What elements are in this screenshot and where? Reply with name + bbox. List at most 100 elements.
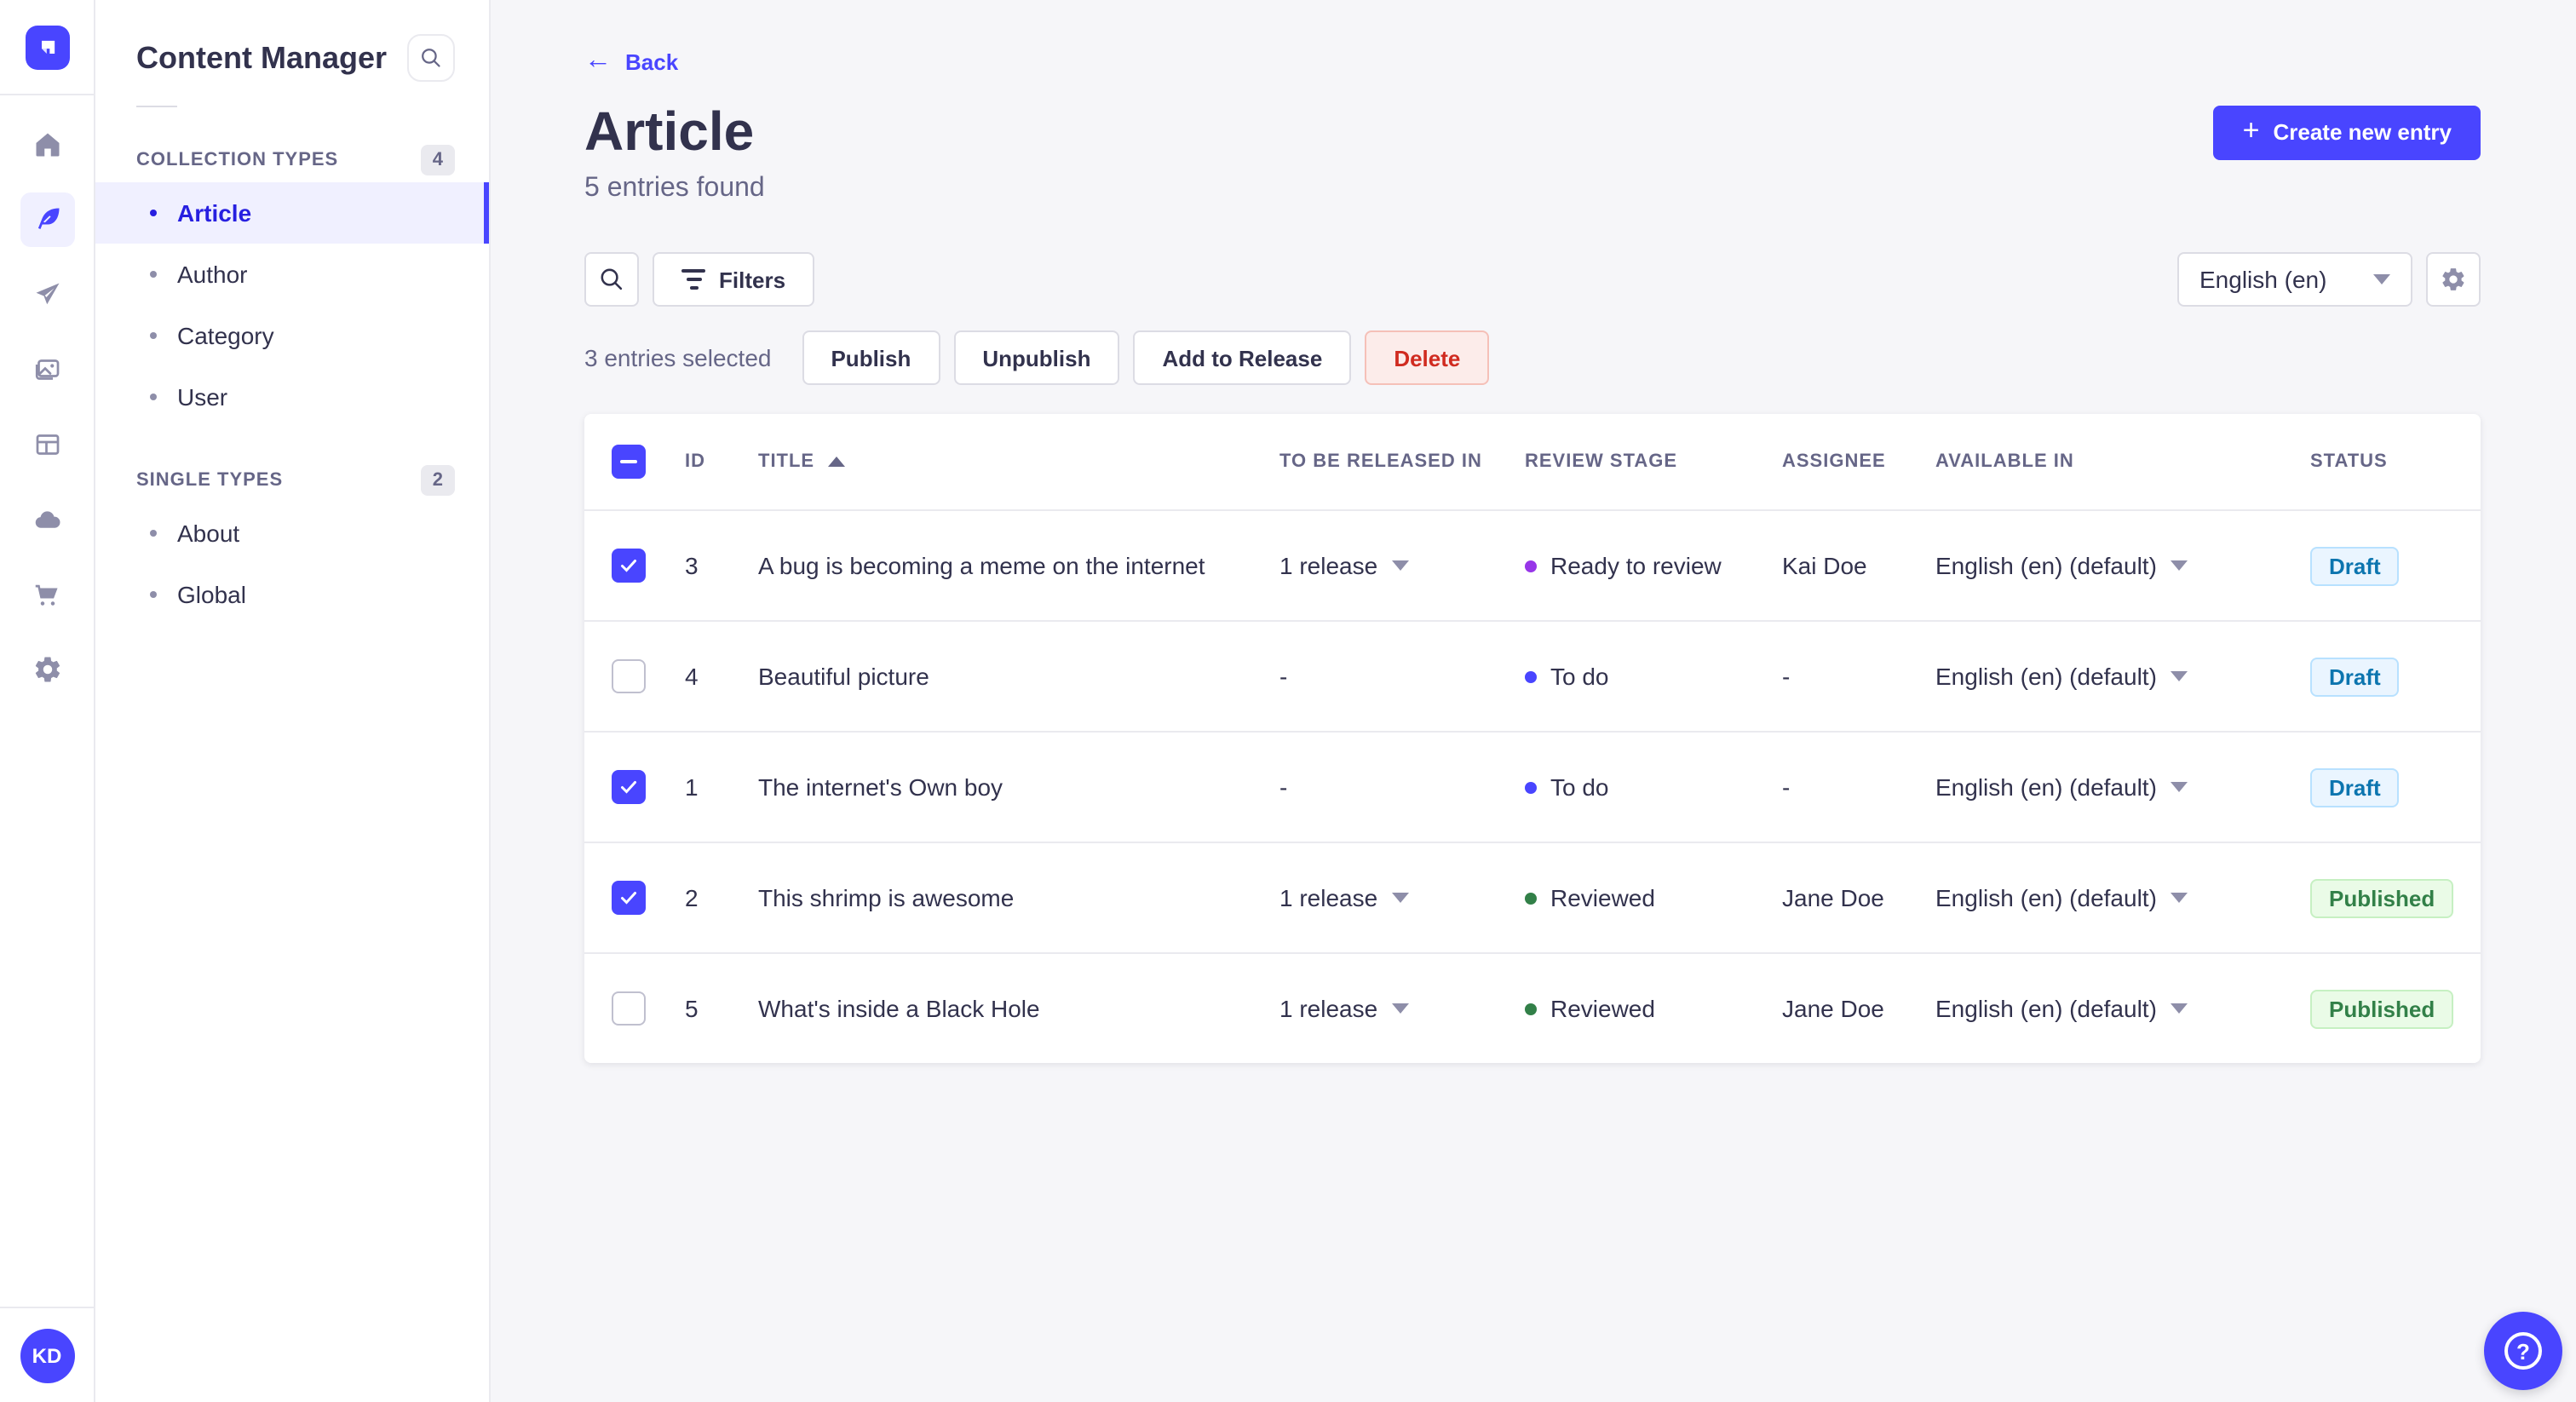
unpublish-button[interactable]: Unpublish bbox=[953, 330, 1120, 385]
delete-button[interactable]: Delete bbox=[1365, 330, 1490, 385]
locale-select[interactable]: English (en) bbox=[2177, 252, 2412, 307]
table-row[interactable]: 3 A bug is becoming a meme on the intern… bbox=[584, 509, 2481, 620]
cell-assignee: Jane Doe bbox=[1782, 995, 1884, 1022]
col-header-review-stage[interactable]: REVIEW STAGE bbox=[1525, 451, 1782, 472]
cart-icon[interactable] bbox=[20, 567, 74, 622]
cell-status: Draft bbox=[2310, 657, 2481, 696]
sidebar-item-article[interactable]: Article bbox=[95, 182, 489, 244]
app-root: KD Content Manager COLLECTION TYPES 4 Ar… bbox=[0, 0, 2576, 1402]
bullet-icon bbox=[150, 271, 157, 278]
col-header-status[interactable]: STATUS bbox=[2310, 451, 2481, 472]
bullet-icon bbox=[150, 530, 157, 537]
sidebar-item-user[interactable]: User bbox=[95, 366, 489, 428]
cell-release[interactable]: - bbox=[1279, 773, 1525, 801]
cell-review-stage: Reviewed bbox=[1525, 995, 1782, 1022]
strapi-logo-icon[interactable] bbox=[25, 25, 69, 69]
cloud-icon[interactable] bbox=[20, 492, 74, 547]
row-checkbox[interactable] bbox=[612, 770, 646, 804]
sidebar-item-category[interactable]: Category bbox=[95, 305, 489, 366]
bullet-icon bbox=[150, 210, 157, 216]
create-label: Create new entry bbox=[2273, 119, 2452, 145]
cell-available-in[interactable]: English (en) (default) bbox=[1935, 773, 2310, 801]
select-all-checkbox[interactable] bbox=[612, 445, 646, 479]
cell-status: Draft bbox=[2310, 546, 2481, 585]
layout-icon[interactable] bbox=[20, 417, 74, 472]
stage-dot-icon bbox=[1525, 560, 1537, 572]
question-circle-icon: ? bbox=[2504, 1332, 2542, 1370]
toolbar: Filters English (en) bbox=[584, 252, 2481, 307]
status-badge: Published bbox=[2310, 878, 2454, 917]
cell-release[interactable]: - bbox=[1279, 663, 1525, 690]
back-label: Back bbox=[625, 49, 679, 74]
col-header-to-be-released-in[interactable]: TO BE RELEASED IN bbox=[1279, 451, 1525, 472]
arrow-left-icon: ← bbox=[584, 46, 612, 75]
chevron-down-icon bbox=[1391, 1003, 1409, 1014]
paper-plane-icon[interactable] bbox=[20, 267, 74, 322]
section-label: SINGLE TYPES bbox=[136, 470, 284, 491]
search-icon[interactable] bbox=[584, 252, 639, 307]
cell-available-in[interactable]: English (en) (default) bbox=[1935, 995, 2310, 1022]
filters-label: Filters bbox=[719, 267, 786, 292]
section-label: COLLECTION TYPES bbox=[136, 150, 339, 170]
table-row[interactable]: 2 This shrimp is awesome 1 release Revie… bbox=[584, 842, 2481, 952]
cell-release[interactable]: 1 release bbox=[1279, 995, 1525, 1022]
col-header-id[interactable]: ID bbox=[685, 451, 758, 472]
sidebar-item-author[interactable]: Author bbox=[95, 244, 489, 305]
create-new-entry-button[interactable]: + Create new entry bbox=[2213, 105, 2481, 159]
chevron-down-icon bbox=[2170, 893, 2188, 903]
row-checkbox[interactable] bbox=[612, 659, 646, 693]
section-count-badge: 2 bbox=[420, 465, 455, 496]
table-row[interactable]: 4 Beautiful picture - To do - English (e… bbox=[584, 620, 2481, 731]
stage-dot-icon bbox=[1525, 670, 1537, 682]
cell-id: 4 bbox=[685, 663, 699, 690]
cell-available-in[interactable]: English (en) (default) bbox=[1935, 663, 2310, 690]
sort-asc-icon bbox=[828, 457, 846, 467]
sidebar-item-label: Article bbox=[177, 199, 252, 227]
selection-actions-bar: 3 entries selected Publish Unpublish Add… bbox=[584, 330, 2481, 385]
sidebar-item-label: Global bbox=[177, 581, 246, 608]
cell-release[interactable]: 1 release bbox=[1279, 884, 1525, 911]
row-checkbox[interactable] bbox=[612, 991, 646, 1026]
row-checkbox[interactable] bbox=[612, 549, 646, 583]
sidebar-item-label: Author bbox=[177, 261, 248, 288]
user-avatar[interactable]: KD bbox=[20, 1328, 74, 1382]
status-badge: Draft bbox=[2310, 767, 2400, 807]
sidebar-item-label: Category bbox=[177, 322, 274, 349]
section-single-types: SINGLE TYPES 2 bbox=[95, 458, 489, 503]
status-badge: Draft bbox=[2310, 657, 2400, 696]
filters-button[interactable]: Filters bbox=[653, 252, 815, 307]
cell-available-in[interactable]: English (en) (default) bbox=[1935, 884, 2310, 911]
gear-icon[interactable] bbox=[20, 642, 74, 697]
sidebar-item-about[interactable]: About bbox=[95, 503, 489, 564]
cell-available-in[interactable]: English (en) (default) bbox=[1935, 552, 2310, 579]
add-to-release-button[interactable]: Add to Release bbox=[1133, 330, 1352, 385]
row-checkbox[interactable] bbox=[612, 881, 646, 915]
status-badge: Published bbox=[2310, 989, 2454, 1028]
back-link[interactable]: ← Back bbox=[584, 46, 679, 75]
cell-review-stage: To do bbox=[1525, 773, 1782, 801]
entries-count-subtitle: 5 entries found bbox=[584, 174, 765, 203]
home-icon[interactable] bbox=[20, 118, 74, 172]
cell-release[interactable]: 1 release bbox=[1279, 552, 1525, 579]
search-icon[interactable] bbox=[407, 34, 455, 82]
table-row[interactable]: 1 The internet's Own boy - To do - Engli… bbox=[584, 731, 2481, 842]
chevron-down-icon bbox=[2373, 274, 2390, 284]
cell-title: Beautiful picture bbox=[758, 663, 929, 690]
media-images-icon[interactable] bbox=[20, 342, 74, 397]
cell-assignee: - bbox=[1782, 773, 1791, 801]
help-button[interactable]: ? bbox=[2484, 1312, 2562, 1390]
sidebar-item-global[interactable]: Global bbox=[95, 564, 489, 625]
cell-title: This shrimp is awesome bbox=[758, 884, 1015, 911]
bullet-icon bbox=[150, 394, 157, 400]
col-header-assignee[interactable]: ASSIGNEE bbox=[1782, 451, 1935, 472]
cell-status: Draft bbox=[2310, 767, 2481, 807]
stage-dot-icon bbox=[1525, 1003, 1537, 1014]
chevron-down-icon bbox=[2170, 560, 2188, 571]
view-settings-gear-icon[interactable] bbox=[2426, 252, 2481, 307]
col-header-title[interactable]: TITLE bbox=[758, 451, 1279, 472]
bullet-icon bbox=[150, 591, 157, 598]
feather-content-icon[interactable] bbox=[20, 192, 74, 247]
col-header-available-in[interactable]: AVAILABLE IN bbox=[1935, 451, 2310, 472]
table-row[interactable]: 5 What's inside a Black Hole 1 release R… bbox=[584, 952, 2481, 1063]
publish-button[interactable]: Publish bbox=[802, 330, 940, 385]
